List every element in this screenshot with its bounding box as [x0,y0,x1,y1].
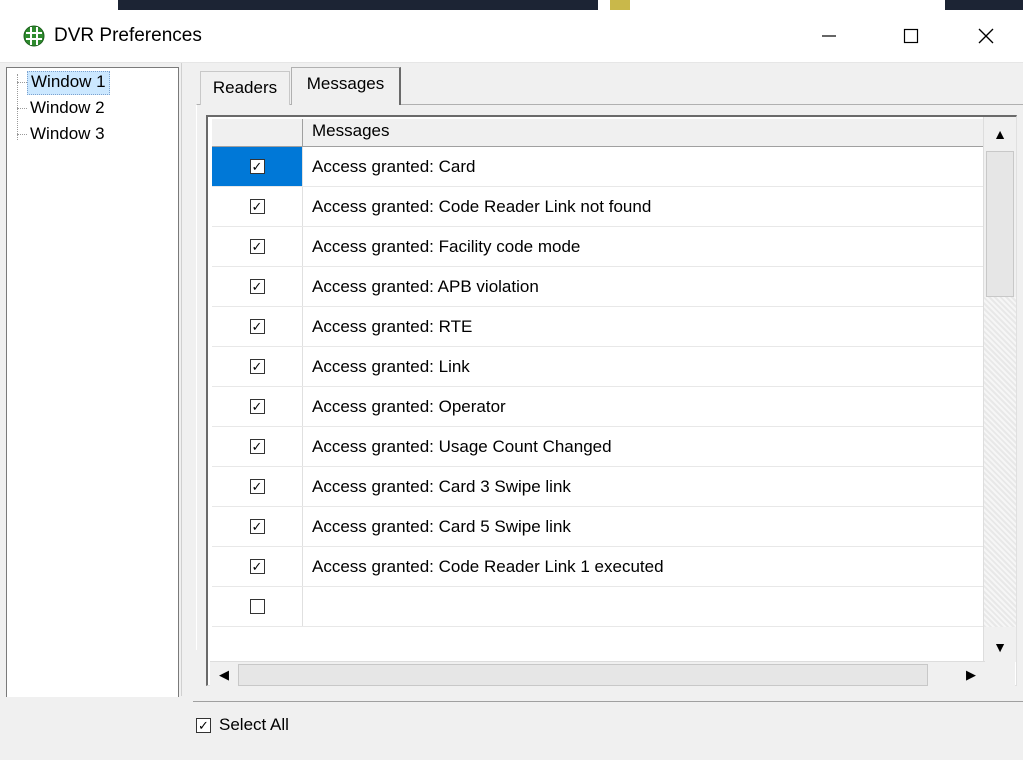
close-icon [978,28,993,44]
tree-connector [17,134,27,135]
row-checkbox[interactable]: ✓ [249,239,265,254]
table-row[interactable]: ✓ Access granted: Facility code mode [212,227,988,267]
arrow-right-icon: ▶ [966,667,976,682]
row-check-cell[interactable]: ✓ [212,387,303,426]
row-checkbox[interactable]: ✓ [249,199,265,214]
tree-item-window-1[interactable]: Window 1 [27,71,110,95]
client-area: Window 1 Window 2 Window 3 Readers Messa… [0,63,1023,760]
arrow-up-icon: ▲ [993,126,1007,142]
messages-grid: Messages ✓ Access granted: Card ✓ Access… [206,115,1017,686]
background-window-accent [610,0,630,10]
row-message: Access granted: Card 5 Swipe link [312,517,571,536]
row-message: Access granted: RTE [312,317,473,336]
row-checkbox[interactable]: ✓ [249,359,265,374]
tab-readers[interactable]: Readers [200,71,290,105]
row-checkbox[interactable]: ✓ [249,479,265,494]
row-check-cell[interactable]: ✓ [212,147,303,186]
grid-header: Messages [212,119,988,147]
row-checkbox[interactable] [249,599,265,614]
row-message: Access granted: Card [312,157,476,176]
row-check-cell[interactable]: ✓ [212,467,303,506]
maximize-button[interactable] [866,10,956,62]
row-check-cell[interactable]: ✓ [212,307,303,346]
row-checkbox[interactable]: ✓ [249,399,265,414]
select-all-checkbox[interactable]: ✓ Select All [196,715,289,735]
arrow-left-icon: ◀ [219,667,229,682]
background-window-edge-right [945,0,1023,10]
table-row[interactable]: ✓ Access granted: Card 3 Swipe link [212,467,988,507]
table-row[interactable]: ✓ Access granted: Usage Count Changed [212,427,988,467]
row-checkbox[interactable]: ✓ [249,559,265,574]
arrow-down-icon: ▼ [993,639,1007,655]
vertical-scroll-thumb[interactable] [986,151,1014,297]
row-checkbox[interactable]: ✓ [249,319,265,334]
scrollbar-corner [985,661,1015,687]
table-row[interactable]: ✓ Access granted: APB violation [212,267,988,307]
table-row[interactable]: ✓ Access granted: RTE [212,307,988,347]
row-message: Access granted: Code Reader Link not fou… [312,197,652,216]
select-all-box[interactable]: ✓ [196,717,211,733]
row-checkbox[interactable]: ✓ [249,159,265,174]
table-row-partial[interactable] [212,587,988,627]
table-row[interactable]: ✓ Access granted: Card 5 Swipe link [212,507,988,547]
row-check-cell[interactable]: ✓ [212,227,303,266]
row-check-cell[interactable]: ✓ [212,347,303,386]
window-title: DVR Preferences [54,25,202,46]
row-message: Access granted: APB violation [312,277,539,296]
vertical-scroll-track[interactable] [984,297,1016,627]
minimize-icon [822,35,836,37]
tree-connector [17,108,27,109]
minimize-button[interactable] [784,10,874,62]
globe-icon [23,25,45,47]
row-message: Access granted: Link [312,357,470,376]
horizontal-scrollbar[interactable]: ◀ ▶ [210,661,985,688]
row-checkbox[interactable]: ✓ [249,439,265,454]
row-check-cell[interactable]: ✓ [212,187,303,226]
background-window-edge [118,0,598,10]
row-check-cell[interactable] [212,587,303,626]
table-row[interactable]: ✓ Access granted: Code Reader Link not f… [212,187,988,227]
vertical-scrollbar[interactable]: ▲ ▼ [983,117,1016,662]
footer-bar [193,701,1023,760]
row-check-cell[interactable]: ✓ [212,507,303,546]
row-check-cell[interactable]: ✓ [212,267,303,306]
scroll-down-button[interactable]: ▼ [984,632,1016,662]
row-message: Access granted: Code Reader Link 1 execu… [312,557,664,576]
pane-splitter[interactable] [181,63,190,696]
tree-item-window-3[interactable]: Window 3 [27,123,108,145]
scroll-right-button[interactable]: ▶ [957,662,985,688]
header-messages[interactable]: Messages [312,121,389,141]
tab-messages[interactable]: Messages [291,67,401,105]
tree-connector [17,82,27,83]
tree-item-window-2[interactable]: Window 2 [27,97,108,119]
row-checkbox[interactable]: ✓ [249,279,265,294]
table-row[interactable]: ✓ Access granted: Code Reader Link 1 exe… [212,547,988,587]
row-check-cell[interactable]: ✓ [212,427,303,466]
table-row[interactable]: ✓ Access granted: Operator [212,387,988,427]
window-tree: Window 1 Window 2 Window 3 [6,67,179,697]
row-message: Access granted: Operator [312,397,506,416]
close-button[interactable] [948,10,1023,62]
row-checkbox[interactable]: ✓ [249,519,265,534]
maximize-icon [903,28,919,44]
background-strip [0,0,1023,10]
row-message: Access granted: Card 3 Swipe link [312,477,571,496]
select-all-label[interactable]: Select All [219,715,289,735]
row-message: Access granted: Facility code mode [312,237,581,256]
horizontal-scroll-thumb[interactable] [238,664,928,686]
row-check-cell[interactable]: ✓ [212,547,303,586]
table-row[interactable]: ✓ Access granted: Link [212,347,988,387]
title-bar: DVR Preferences [0,10,1023,63]
scroll-left-button[interactable]: ◀ [210,662,238,688]
header-check-column[interactable] [212,119,303,146]
row-message: Access granted: Usage Count Changed [312,437,612,456]
table-row[interactable]: ✓ Access granted: Card [212,147,988,187]
scroll-up-button[interactable]: ▲ [984,119,1016,149]
tree-connector [17,74,18,140]
